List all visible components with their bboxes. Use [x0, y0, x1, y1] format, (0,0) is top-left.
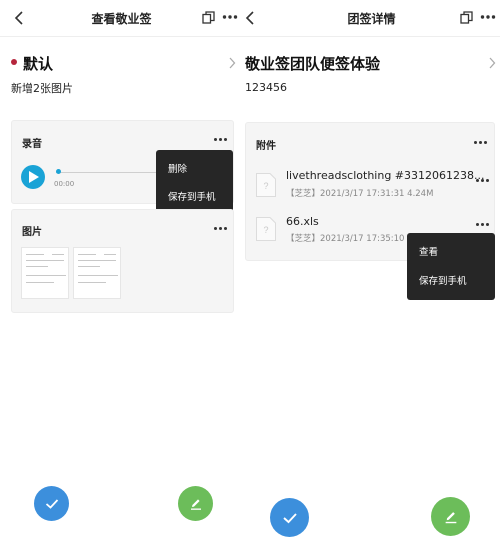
- image-thumbnail[interactable]: [21, 247, 69, 299]
- category-row[interactable]: 默认: [0, 52, 243, 74]
- svg-text:?: ?: [263, 225, 268, 235]
- attachment-name: 66.xls: [286, 215, 319, 228]
- left-phone-screen: 查看敬业签 默认 新增2张图片 录音 00:00 删除 保存到手机 图片: [0, 0, 243, 547]
- copy-icon[interactable]: [202, 11, 215, 24]
- file-icon: ?: [256, 173, 276, 197]
- edit-button[interactable]: [178, 486, 213, 521]
- more-icon[interactable]: [222, 12, 238, 22]
- chevron-right-icon: [229, 57, 236, 69]
- play-icon: [29, 171, 39, 183]
- attachment-meta: 【芝芝】2021/3/17 17:31:31 4.24M: [286, 189, 434, 199]
- note-title: 敬业签团队便签体验: [245, 55, 381, 73]
- image-more-icon[interactable]: [214, 226, 228, 232]
- top-bar: 团签详情: [243, 0, 500, 36]
- menu-item-delete[interactable]: 删除: [168, 161, 187, 175]
- audio-card-title: 录音: [22, 139, 42, 150]
- menu-item-save-to-phone[interactable]: 保存到手机: [419, 273, 467, 287]
- menu-item-save-to-phone[interactable]: 保存到手机: [168, 189, 216, 203]
- confirm-button[interactable]: [34, 486, 69, 521]
- menu-item-view[interactable]: 查看: [419, 244, 438, 258]
- more-icon[interactable]: [480, 12, 496, 22]
- play-button[interactable]: [21, 165, 45, 189]
- note-description: 新增2张图片: [11, 82, 73, 95]
- image-thumbnail[interactable]: [73, 247, 121, 299]
- check-icon: [282, 512, 297, 523]
- note-title-row[interactable]: 敬业签团队便签体验: [243, 52, 500, 74]
- image-card-title: 图片: [22, 227, 42, 238]
- attachment-more-icon[interactable]: [476, 178, 490, 184]
- file-icon: ?: [256, 217, 276, 241]
- audio-time: 00:00: [54, 180, 75, 188]
- attachment-context-menu: 查看 保存到手机: [407, 233, 495, 300]
- copy-icon[interactable]: [460, 11, 473, 24]
- attachment-more-icon[interactable]: [476, 222, 490, 228]
- audio-context-menu: 删除 保存到手机: [156, 150, 233, 216]
- pencil-icon: [445, 511, 456, 523]
- attachments-title: 附件: [256, 141, 276, 152]
- note-description: 123456: [245, 81, 287, 94]
- header-divider: [0, 36, 243, 37]
- check-icon: [45, 498, 58, 509]
- attachments-more-icon[interactable]: [474, 140, 488, 146]
- audio-more-icon[interactable]: [214, 137, 228, 143]
- category-label: 默认: [23, 55, 54, 73]
- audio-progress-handle[interactable]: [56, 169, 61, 174]
- attachment-name: livethreadsclothing #3312061238...: [286, 169, 485, 182]
- category-dot: [11, 59, 17, 65]
- edit-button[interactable]: [431, 497, 470, 536]
- attachment-meta: 【芝芝】2021/3/17 17:35:10 4.: [286, 234, 416, 244]
- svg-text:?: ?: [263, 181, 268, 191]
- right-phone-screen: 团签详情 敬业签团队便签体验 123456 附件 ? livethreadscl…: [243, 0, 500, 547]
- confirm-button[interactable]: [270, 498, 309, 537]
- pencil-icon: [190, 498, 201, 510]
- top-bar: 查看敬业签: [0, 0, 243, 36]
- image-card: 图片: [11, 209, 234, 313]
- header-divider: [243, 36, 500, 37]
- chevron-right-icon: [489, 57, 496, 69]
